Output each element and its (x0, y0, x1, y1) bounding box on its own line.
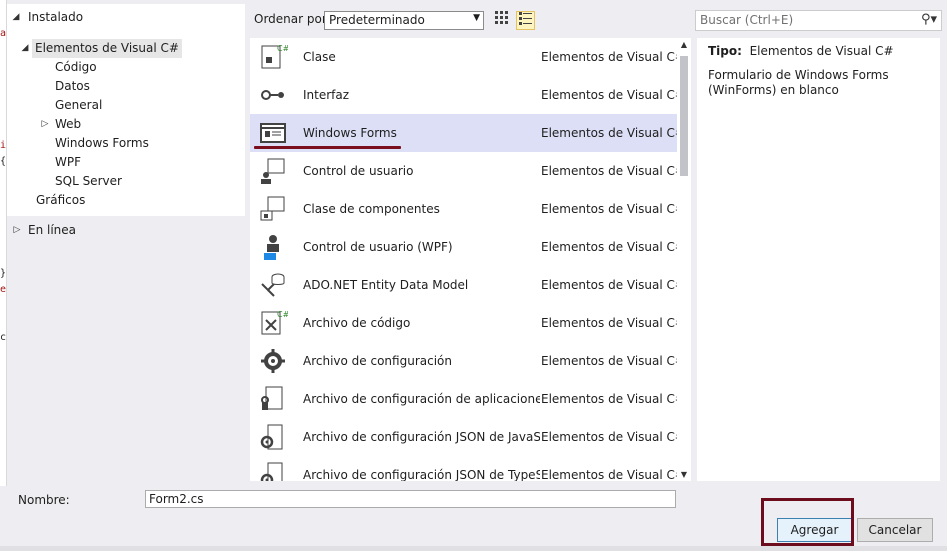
template-category: Elementos de Visual C# (541, 278, 677, 292)
expand-arrow-icon[interactable]: ▷ (40, 115, 50, 134)
template-category: Elementos de Visual C# (541, 202, 677, 216)
template-name: Archivo de configuración JSON de TypeScr… (303, 468, 540, 481)
entity-model-icon (258, 270, 288, 300)
tree-node-installed[interactable]: Instalado (28, 8, 83, 27)
name-input[interactable]: Form2.cs (145, 490, 676, 508)
tree-node-online[interactable]: En línea (28, 221, 76, 240)
app-config-icon (258, 384, 288, 414)
list-view-icon[interactable] (516, 11, 535, 30)
grid-view-icon[interactable] (492, 11, 511, 30)
template-category: Elementos de Visual C# (541, 354, 677, 368)
template-name: Archivo de configuración JSON de JavaScr… (303, 430, 540, 444)
search-placeholder: Buscar (Ctrl+E) (700, 13, 794, 27)
interface-icon (258, 80, 288, 110)
template-item[interactable]: Interfaz Elementos de Visual C# (250, 76, 677, 114)
tree-node-web[interactable]: Web (55, 115, 81, 134)
search-icon[interactable]: ⚲▾ (921, 12, 937, 27)
template-category: Elementos de Visual C# (541, 392, 677, 406)
svg-text:C#: C# (277, 310, 288, 319)
tree-node-graphics[interactable]: Gráficos (36, 191, 85, 210)
type-value: Elementos de Visual C# (749, 44, 894, 58)
template-name: Clase de componentes (303, 202, 440, 216)
windows-form-icon (258, 118, 288, 148)
online-section: ▷ En línea (7, 216, 245, 486)
scroll-down-icon[interactable]: ▼ (677, 470, 691, 479)
category-panel: ◢ Instalado ◢ Elementos de Visual C# Cód… (7, 4, 245, 486)
template-item[interactable]: C# Archivo de código Elementos de Visual C… (250, 304, 677, 342)
template-category: Elementos de Visual C# (541, 50, 677, 64)
cancel-button[interactable]: Cancelar (857, 518, 933, 542)
tree-node-general[interactable]: General (55, 96, 102, 115)
scroll-thumb[interactable] (680, 56, 688, 176)
tree-node-data[interactable]: Datos (55, 77, 90, 96)
annotation-highlight-box (761, 498, 854, 546)
sort-toolbar: Ordenar por: Predeterminado ▼ (250, 8, 690, 34)
template-item[interactable]: Control de usuario Elementos de Visual C# (250, 152, 677, 190)
class-icon: C# (258, 42, 290, 72)
svg-text:C#: C# (277, 44, 288, 53)
json-config-icon (258, 422, 288, 452)
template-category: Elementos de Visual C# (541, 240, 677, 254)
sort-label: Ordenar por: (254, 12, 331, 26)
tree-node-wpf[interactable]: WPF (55, 153, 81, 172)
tree-node-sql-server[interactable]: SQL Server (55, 172, 122, 191)
template-list: C# Clase Elementos de Visual C# Interfaz Ele… (250, 38, 677, 481)
scroll-up-icon[interactable]: ▲ (677, 40, 691, 49)
collapse-arrow-icon[interactable]: ◢ (20, 39, 30, 58)
template-category: Elementos de Visual C# (541, 88, 677, 102)
template-description: Formulario de Windows Forms (WinForms) e… (708, 68, 889, 97)
list-scrollbar[interactable]: ▲ ▼ (677, 38, 691, 481)
template-category: Elementos de Visual C# (541, 468, 677, 481)
template-category: Elementos de Visual C# (541, 126, 677, 140)
template-item[interactable]: Archivo de configuración JSON de JavaScr… (250, 418, 677, 456)
template-item[interactable]: Clase de componentes Elementos de Visual … (250, 190, 677, 228)
search-input[interactable]: Buscar (Ctrl+E) ⚲▾ (695, 10, 942, 31)
tree-node-code[interactable]: Código (55, 58, 97, 77)
config-file-icon (258, 346, 288, 376)
template-item[interactable]: Archivo de configuración de aplicaciones… (250, 380, 677, 418)
chevron-down-icon: ▼ (473, 13, 480, 23)
details-panel: Tipo: Elementos de Visual C# Formulario … (697, 38, 940, 481)
template-name: Interfaz (303, 88, 350, 102)
code-file-icon: C# (258, 308, 290, 338)
template-name: Archivo de código (303, 316, 411, 330)
tree-node-csharp-items[interactable]: Elementos de Visual C# (32, 39, 182, 58)
editor-edge-strip: a i { } e c (0, 0, 7, 551)
bottom-edge (0, 546, 947, 551)
template-name: Control de usuario (WPF) (303, 240, 453, 254)
template-name: Windows Forms (303, 126, 397, 140)
template-category: Elementos de Visual C# (541, 430, 677, 444)
template-name: Clase (303, 50, 336, 64)
template-name: Archivo de configuración (303, 354, 452, 368)
name-label: Nombre: (18, 493, 70, 507)
template-name: Archivo de configuración de aplicaciones (303, 392, 540, 406)
tree-node-windows-forms[interactable]: Windows Forms (55, 134, 149, 153)
annotation-underline (254, 146, 401, 149)
template-category: Elementos de Visual C# (541, 316, 677, 330)
type-label: Tipo: (708, 44, 742, 58)
expand-arrow-icon[interactable]: ▷ (12, 221, 22, 240)
template-item[interactable]: ADO.NET Entity Data Model Elementos de Vi… (250, 266, 677, 304)
template-name: Control de usuario (303, 164, 414, 178)
category-tree: ◢ Instalado ◢ Elementos de Visual C# Cód… (7, 4, 245, 216)
sort-value: Predeterminado (329, 13, 425, 27)
template-item[interactable]: Archivo de configuración JSON de TypeScr… (250, 456, 677, 481)
collapse-arrow-icon[interactable]: ◢ (11, 8, 21, 27)
template-item[interactable]: C# Clase Elementos de Visual C# (250, 38, 677, 76)
template-item[interactable]: Control de usuario (WPF) Elementos de Vis… (250, 228, 677, 266)
wpf-user-control-icon (258, 232, 288, 262)
component-class-icon (258, 194, 288, 224)
template-name: ADO.NET Entity Data Model (303, 278, 469, 292)
user-control-icon (258, 156, 288, 186)
sort-dropdown[interactable]: Predeterminado ▼ (324, 11, 484, 30)
template-category: Elementos de Visual C# (541, 164, 677, 178)
template-item[interactable]: Archivo de configuración Elementos de Vis… (250, 342, 677, 380)
json-config-icon (258, 460, 288, 481)
